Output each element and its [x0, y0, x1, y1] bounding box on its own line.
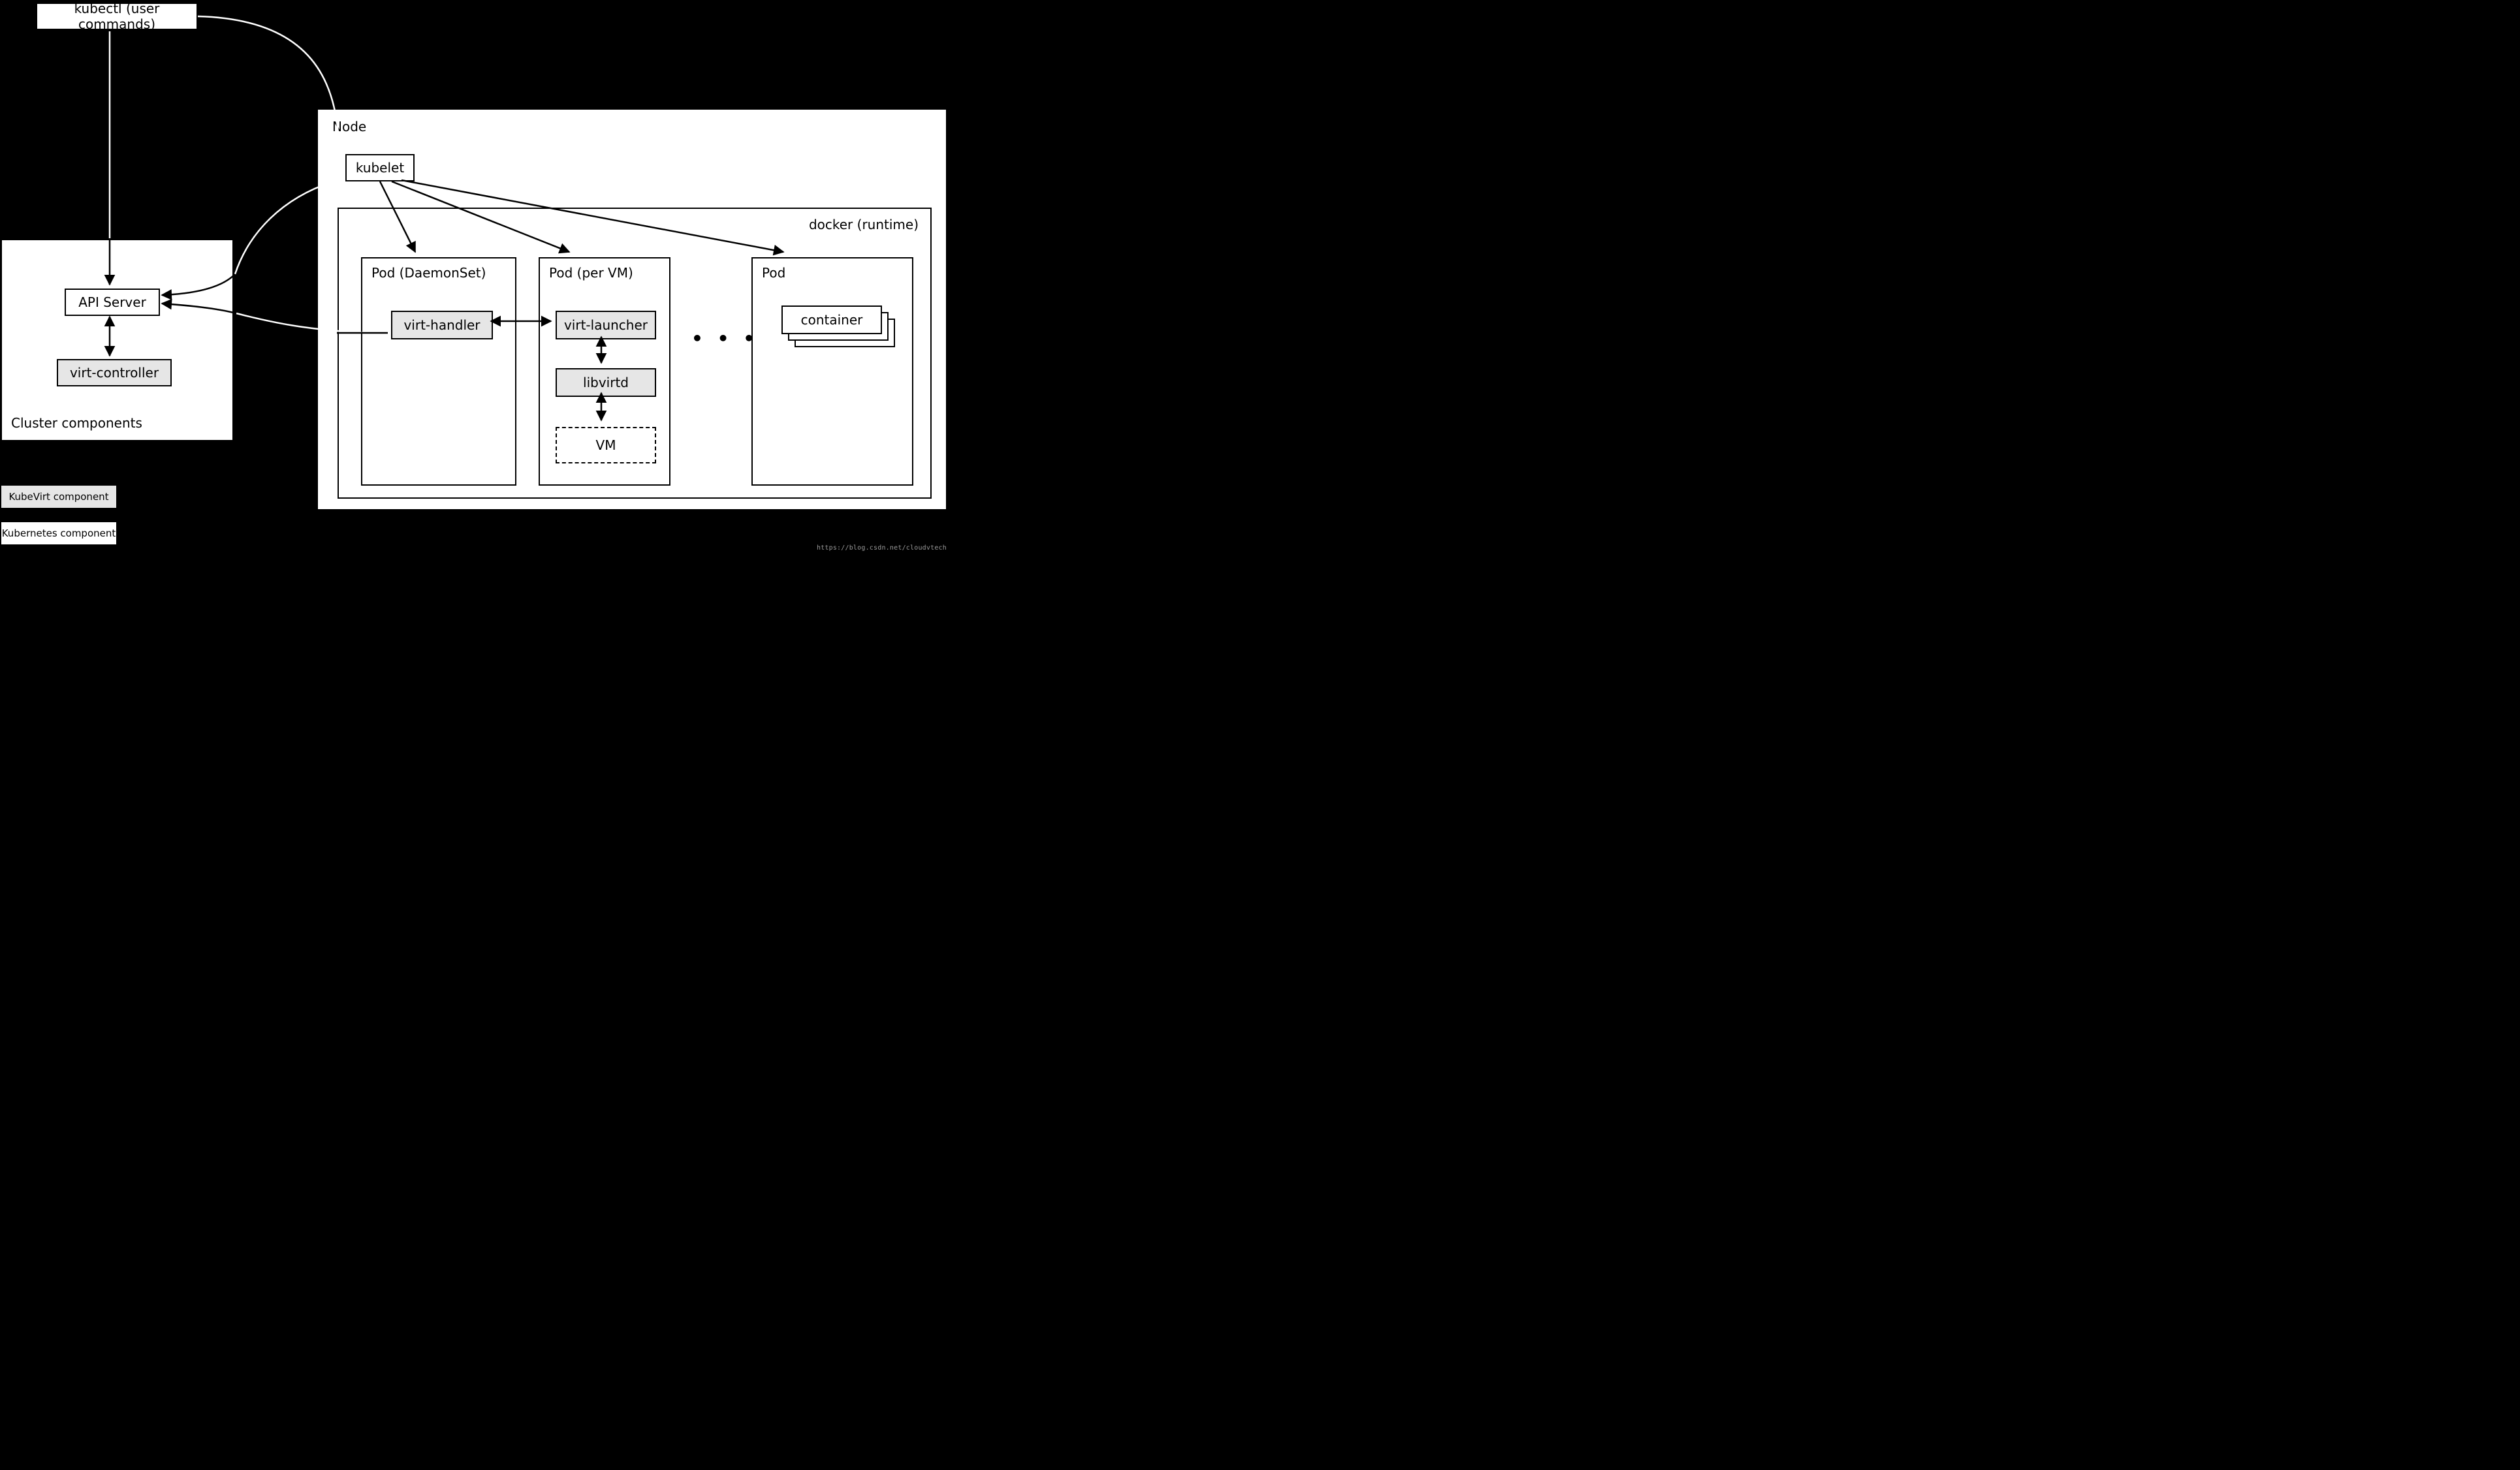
kubectl-label: kubectl (user commands)	[37, 1, 197, 32]
container-label: container	[801, 312, 863, 328]
vm-box: VM	[556, 427, 656, 463]
virt-launcher-label: virt-launcher	[564, 317, 648, 333]
pod-daemonset-box: Pod (DaemonSet) virt-handler	[361, 257, 516, 486]
pod-plain-box: Pod container	[751, 257, 913, 486]
kubelet-label: kubelet	[356, 160, 404, 176]
libvirtd-label: libvirtd	[583, 375, 629, 390]
container-box: container	[781, 305, 882, 334]
diagram-canvas: kubectl (user commands) API Server virt-…	[0, 0, 951, 554]
virt-handler-label: virt-handler	[403, 317, 480, 333]
api-server-label: API Server	[78, 294, 146, 310]
node-title: Node	[332, 119, 366, 134]
pod-plain-title: Pod	[762, 265, 785, 281]
pod-per-vm-box: Pod (per VM) virt-launcher libvirtd VM	[539, 257, 670, 486]
vm-label: VM	[596, 437, 616, 453]
legend-kubevirt-label: KubeVirt component	[8, 491, 108, 503]
virt-controller-box: virt-controller	[57, 359, 172, 386]
virt-controller-label: virt-controller	[70, 365, 159, 381]
node-panel: Node kubelet docker (runtime) Pod (Daemo…	[316, 108, 948, 511]
watermark-text: https://blog.csdn.net/cloudvtech	[817, 544, 947, 552]
cluster-components-title: Cluster components	[11, 415, 142, 431]
legend-kubernetes-box: Kubernetes component	[0, 521, 118, 546]
docker-runtime-label: docker (runtime)	[809, 217, 919, 232]
api-server-box: API Server	[65, 289, 160, 316]
virt-launcher-box: virt-launcher	[556, 311, 656, 339]
kubectl-box: kubectl (user commands)	[36, 3, 198, 30]
ellipsis-dots: • • •	[691, 328, 759, 349]
kubelet-box: kubelet	[345, 154, 415, 181]
pod-per-vm-title: Pod (per VM)	[549, 265, 633, 281]
legend-kubernetes-label: Kubernetes component	[2, 527, 116, 539]
virt-handler-box: virt-handler	[391, 311, 493, 339]
legend-kubevirt-box: KubeVirt component	[0, 484, 118, 509]
docker-runtime-box: docker (runtime) Pod (DaemonSet) virt-ha…	[338, 208, 932, 499]
cluster-components-panel: API Server virt-controller Cluster compo…	[0, 238, 234, 442]
pod-daemonset-title: Pod (DaemonSet)	[371, 265, 486, 281]
libvirtd-box: libvirtd	[556, 368, 656, 397]
